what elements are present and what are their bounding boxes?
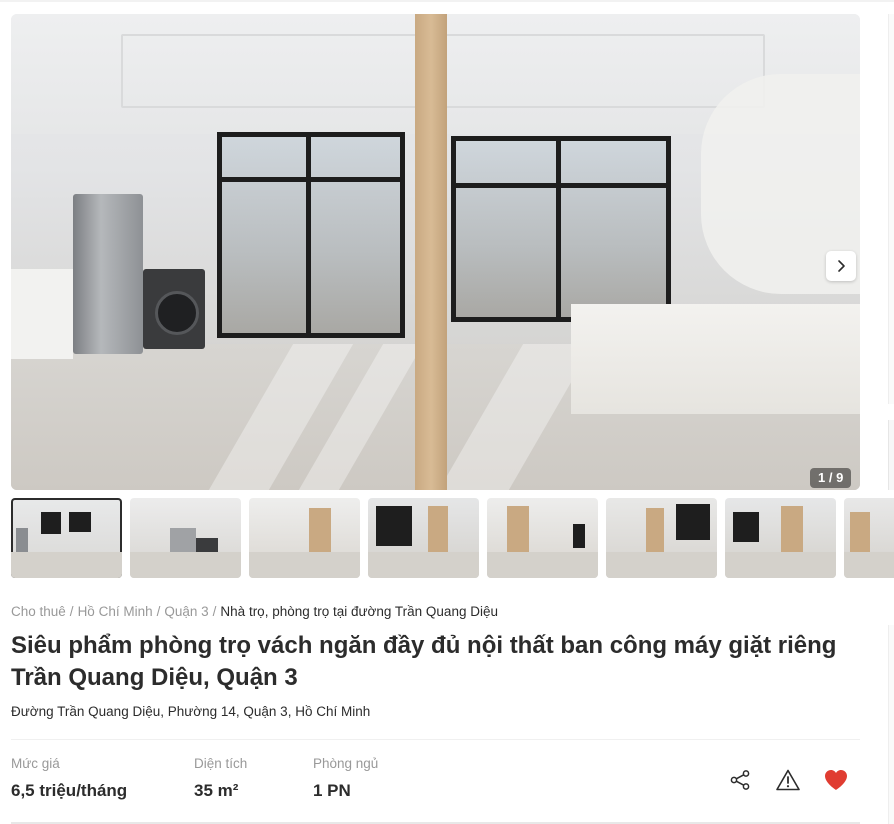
listing-address: Đường Trần Quang Diệu, Phường 14, Quận 3… — [11, 704, 371, 719]
divider — [11, 739, 860, 740]
header-divider — [0, 0, 894, 2]
sidebar-edge — [888, 420, 894, 490]
chevron-right-icon — [838, 260, 845, 272]
heart-icon — [825, 770, 847, 790]
breadcrumb-current: Nhà trọ, phòng trọ tại đường Trần Quang … — [220, 604, 498, 619]
gallery-thumbnail[interactable] — [249, 498, 360, 578]
breadcrumb-item[interactable]: Hồ Chí Minh — [78, 604, 153, 619]
area-stat: Diện tích 35 m² — [194, 756, 247, 801]
gallery-next-button[interactable] — [826, 251, 856, 281]
bedrooms-value: 1 PN — [313, 781, 351, 800]
photo-pillar — [415, 14, 447, 490]
gallery-thumbnail[interactable] — [487, 498, 598, 578]
photo-bed-platform — [571, 304, 860, 414]
photo-washer — [143, 269, 205, 349]
sidebar-edge — [888, 625, 894, 824]
warning-icon — [776, 769, 800, 791]
price-value: 6,5 triệu/tháng — [11, 781, 128, 800]
favorite-button[interactable] — [822, 766, 850, 794]
share-icon — [730, 770, 750, 790]
area-label: Diện tích — [194, 756, 248, 771]
breadcrumb: Cho thuê / Hồ Chí Minh / Quận 3/Nhà trọ, phò… — [11, 604, 498, 619]
bedrooms-label: Phòng ngủ — [313, 756, 379, 771]
share-button[interactable] — [726, 766, 754, 794]
breadcrumb-item[interactable]: Quận 3 — [164, 604, 208, 619]
gallery-thumbnail[interactable] — [368, 498, 479, 578]
area-value: 35 m² — [194, 781, 239, 800]
gallery-thumbnails — [11, 498, 894, 578]
gallery-thumbnail[interactable] — [130, 498, 241, 578]
photo-counter — [11, 269, 73, 359]
sidebar-edge — [888, 14, 894, 404]
report-button[interactable] — [774, 766, 802, 794]
photo-fridge — [73, 194, 143, 354]
gallery-thumbnail[interactable] — [725, 498, 836, 578]
gallery-thumbnail[interactable] — [844, 498, 894, 578]
gallery-thumbnail[interactable] — [606, 498, 717, 578]
price-label: Mức giá — [11, 756, 60, 771]
gallery-main-photo[interactable]: 1 / 9 — [11, 14, 860, 490]
gallery-thumbnail[interactable] — [11, 498, 122, 578]
price-stat: Mức giá 6,5 triệu/tháng — [11, 756, 127, 801]
bedrooms-stat: Phòng ngủ 1 PN — [313, 756, 378, 801]
listing-title: Siêu phẩm phòng trọ vách ngăn đầy đủ nội… — [11, 632, 837, 691]
photo-window-left — [217, 132, 405, 338]
gallery-counter: 1 / 9 — [810, 468, 852, 488]
breadcrumb-item[interactable]: Cho thuê — [11, 604, 66, 619]
photo-window-right — [451, 136, 671, 322]
